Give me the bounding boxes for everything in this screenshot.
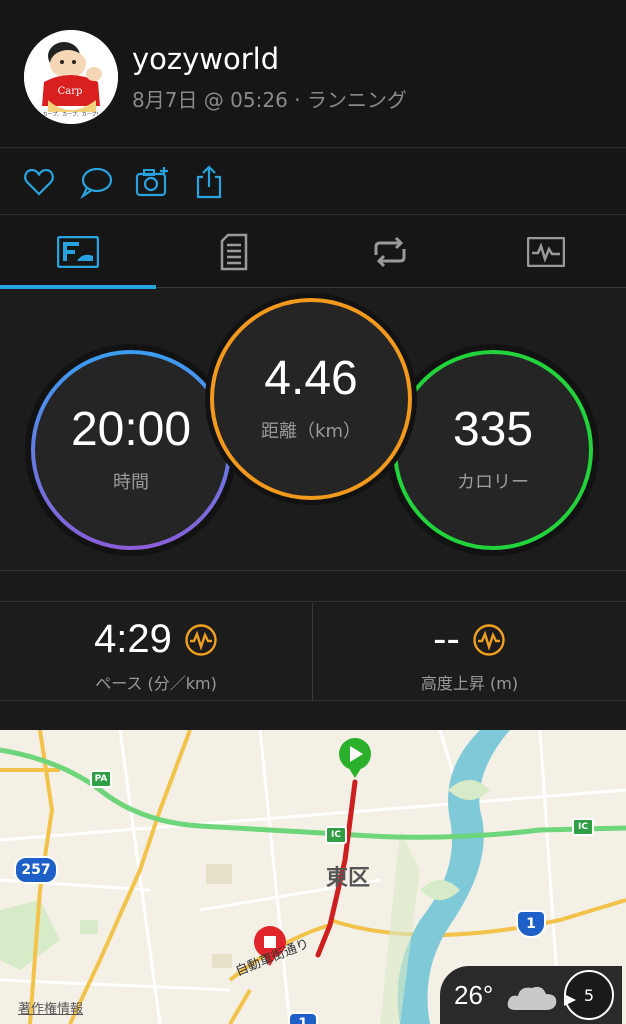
chart-link-icon: [473, 623, 505, 656]
elevation-value: --: [433, 617, 460, 661]
distance-label: 距離（km）: [261, 421, 361, 442]
comment-icon[interactable]: [79, 165, 113, 200]
summary-stats: 20:00 時間 4.46 距離（km） 335 カロリー: [0, 289, 626, 571]
route-257-shield: 257: [14, 856, 58, 884]
calories-stat: 335 カロリー: [395, 352, 591, 548]
action-bar: [0, 149, 626, 215]
pace-metric[interactable]: 4:29 ペース (分／km): [0, 603, 312, 701]
calories-label: カロリー: [457, 472, 529, 493]
distance-value: 4.46: [264, 352, 358, 405]
add-photo-icon[interactable]: [135, 165, 169, 199]
section-spacer: [0, 572, 626, 602]
cloud-icon: [507, 986, 557, 1010]
section-spacer: [0, 702, 626, 730]
chart-icon: [527, 237, 565, 267]
elevation-metric[interactable]: -- 高度上昇 (m): [313, 603, 626, 701]
carp-logo-text: Carp: [58, 86, 83, 97]
route-1-shield: 1: [288, 1012, 318, 1024]
activity-header: Carp カープ、カープ、カープ！ yozyworld 8月7日 @ 05:26…: [0, 0, 626, 148]
tab-charts[interactable]: [468, 216, 624, 288]
heart-icon[interactable]: [22, 165, 56, 199]
temperature: 26°: [454, 980, 494, 1010]
avatar[interactable]: Carp カープ、カープ、カープ！: [24, 30, 118, 124]
summary-icon: [57, 236, 99, 268]
wind-speed-value: 5: [583, 985, 595, 1005]
district-label: 東区: [326, 866, 371, 891]
activity-date-type: 8月7日 @ 05:26 · ランニング: [132, 88, 407, 112]
laps-icon: [374, 237, 406, 267]
calories-value: 335: [452, 403, 534, 456]
distance-stat: 4.46 距離（km）: [212, 300, 410, 498]
time-value: 20:00: [70, 403, 192, 456]
details-icon: [220, 233, 248, 271]
avatar-caption: カープ、カープ、カープ！: [43, 112, 102, 118]
secondary-metrics: 4:29 ペース (分／km) -- 高度上昇 (m): [0, 603, 626, 701]
wind-direction-icon: [564, 994, 576, 1006]
ic-shield: IC: [572, 818, 594, 836]
pa-shield: PA: [90, 770, 112, 788]
weather-widget[interactable]: 26° 5: [440, 966, 622, 1024]
chart-link-icon: [185, 623, 217, 656]
elevation-label: 高度上昇 (m): [420, 674, 519, 693]
ic-shield: IC: [325, 826, 347, 844]
copyright-link[interactable]: 著作権情報: [18, 998, 83, 1017]
pace-value: 4:29: [94, 617, 172, 661]
tab-details[interactable]: [156, 216, 312, 288]
username[interactable]: yozyworld: [132, 42, 279, 76]
time-stat: 20:00 時間: [33, 352, 229, 548]
tab-laps[interactable]: [312, 216, 468, 288]
activity-tabs: [0, 216, 626, 289]
pace-label: ペース (分／km): [95, 674, 217, 693]
route-1-shield: 1: [516, 910, 546, 938]
time-label: 時間: [113, 472, 149, 493]
tab-summary[interactable]: [0, 216, 156, 289]
share-icon[interactable]: [192, 165, 226, 199]
